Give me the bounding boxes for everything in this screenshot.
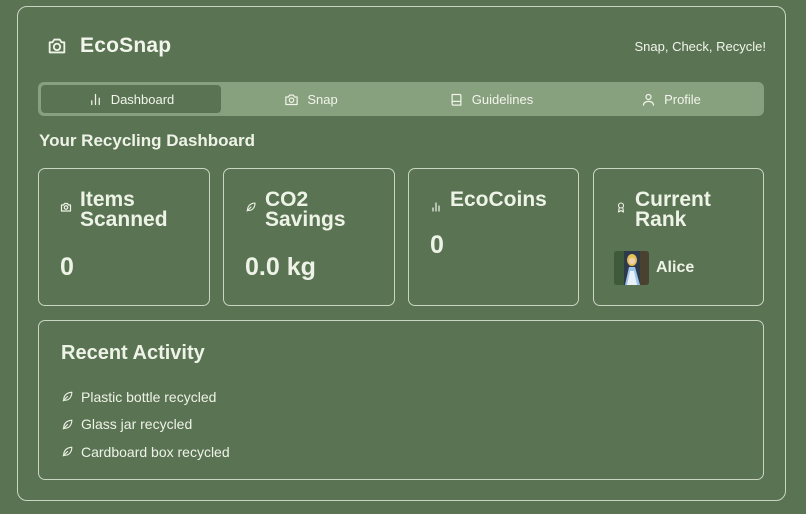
stat-card-co2-savings: CO2 Savings 0.0 kg [223, 168, 395, 306]
stat-card-ecocoins: EcoCoins 0 [408, 168, 579, 306]
app-header: EcoSnap Snap, Check, Recycle! [46, 31, 766, 61]
card-header: CO2 Savings [245, 188, 375, 231]
card-title: Current Rank [635, 188, 711, 231]
recent-activity-panel: Recent Activity Plastic bottle recycled … [38, 320, 764, 480]
list-item: Glass jar recycled [61, 411, 230, 439]
card-header: Current Rank [615, 188, 745, 231]
tagline: Snap, Check, Recycle! [634, 38, 766, 54]
activity-text: Cardboard box recycled [81, 443, 230, 460]
leaf-icon [61, 418, 74, 431]
app-name: EcoSnap [80, 34, 172, 57]
tab-guidelines[interactable]: Guidelines [401, 85, 581, 113]
user-icon [641, 92, 656, 107]
card-value: 0.0 kg [245, 253, 316, 281]
leaf-icon [245, 201, 257, 213]
leaf-icon [61, 390, 74, 403]
brand: EcoSnap [46, 34, 171, 58]
tab-label: Dashboard [110, 91, 175, 107]
card-title: EcoCoins [450, 188, 547, 211]
tab-profile[interactable]: Profile [581, 85, 761, 113]
award-icon [615, 201, 627, 213]
card-value: 0 [430, 231, 444, 259]
camera-icon [284, 92, 299, 107]
activity-list: Plastic bottle recycled Glass jar recycl… [61, 383, 230, 466]
card-header: EcoCoins [430, 188, 560, 213]
list-item: Plastic bottle recycled [61, 383, 230, 411]
avatar[interactable] [614, 251, 649, 285]
bar-chart-icon [88, 92, 103, 107]
rank-username: Alice [656, 259, 695, 276]
tab-snap[interactable]: Snap [221, 85, 401, 113]
tab-dashboard[interactable]: Dashboard [41, 85, 221, 113]
tab-label: Snap [307, 91, 338, 107]
book-icon [449, 92, 464, 107]
list-item: Cardboard box recycled [61, 438, 230, 466]
leaf-icon [61, 445, 74, 458]
activity-title: Recent Activity [61, 342, 205, 364]
bar-chart-icon [430, 201, 442, 213]
tab-bar: Dashboard Snap Guidelines Profile [38, 82, 764, 116]
page-title: Your Recycling Dashboard [39, 131, 256, 150]
card-value: 0 [60, 253, 74, 281]
rank-user: Alice [614, 251, 694, 285]
stat-card-items-scanned: Items Scanned 0 [38, 168, 210, 306]
card-header: Items Scanned [60, 188, 190, 231]
tab-label: Guidelines [471, 91, 534, 107]
camera-icon [46, 35, 68, 57]
tab-label: Profile [664, 91, 701, 107]
activity-text: Plastic bottle recycled [81, 388, 217, 405]
camera-icon [60, 201, 72, 213]
card-title: CO2 Savings [265, 188, 346, 231]
activity-text: Glass jar recycled [81, 416, 193, 433]
stat-card-current-rank: Current Rank Alice [593, 168, 764, 306]
card-title: Items Scanned [80, 188, 168, 231]
